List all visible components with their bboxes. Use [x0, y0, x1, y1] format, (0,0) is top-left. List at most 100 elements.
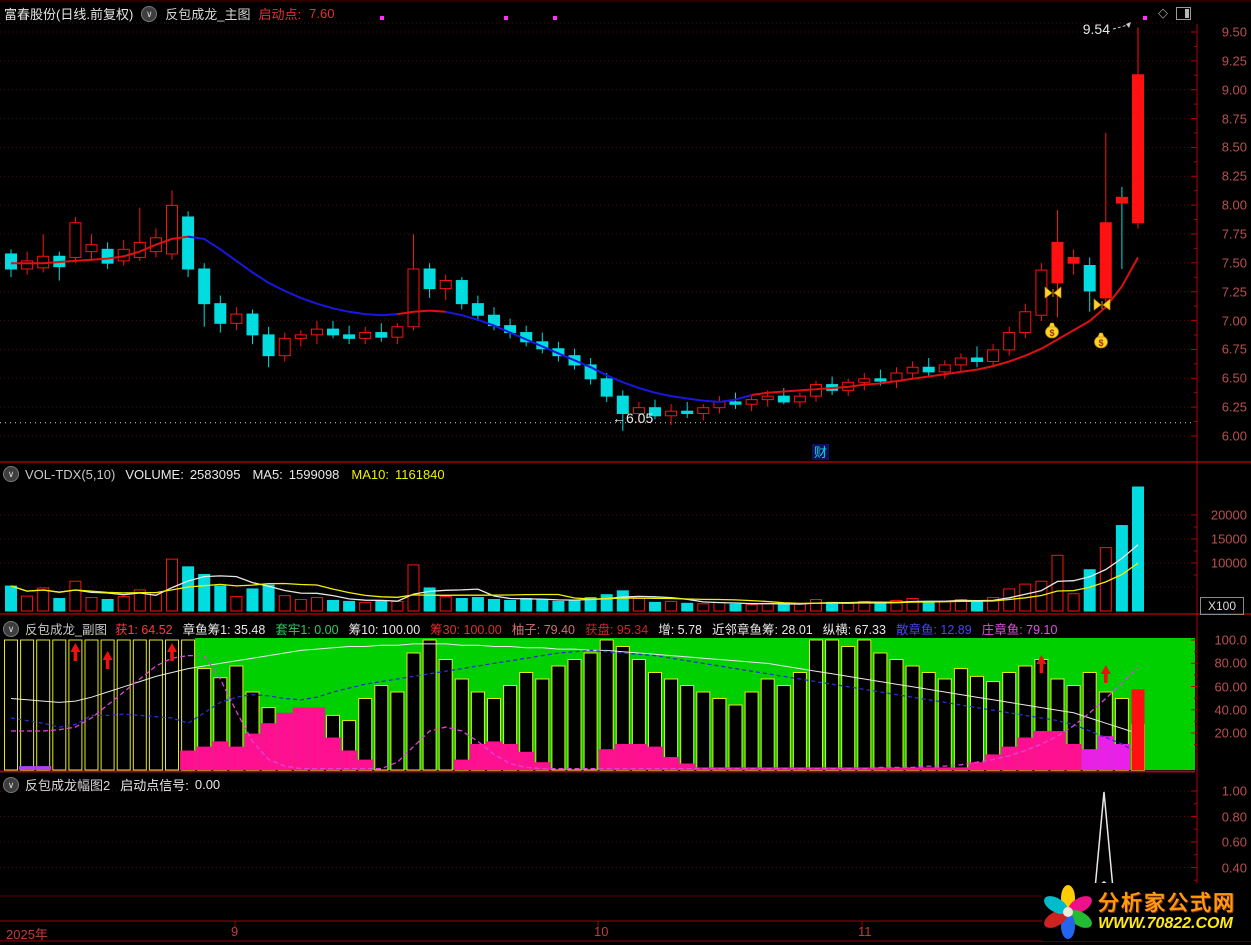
volume-bar: [729, 603, 742, 612]
indicator-bar: [841, 646, 856, 771]
axis-label: 6.50: [1221, 370, 1247, 386]
axis-label: 1.00: [1221, 783, 1247, 799]
candle-body: [182, 216, 195, 270]
signal-up-arrow: [1094, 791, 1114, 891]
candle-body: [1115, 196, 1128, 204]
volume-bar: [439, 596, 452, 612]
main-indicator-name[interactable]: 反包成龙_主图: [165, 4, 250, 23]
chevron-down-icon[interactable]: ∨: [3, 466, 19, 482]
pink-mound: [920, 767, 937, 770]
pink-mound: [1097, 736, 1114, 770]
indicator-bar: [873, 652, 888, 771]
pink-mound: [936, 767, 953, 770]
split-window-icon[interactable]: [1176, 6, 1191, 20]
ma5-value: 1599098: [288, 466, 340, 482]
candle-body: [1083, 265, 1096, 292]
diamond-icon[interactable]: ◇: [1158, 5, 1168, 21]
axis-label: 8.75: [1221, 111, 1247, 127]
axis-label: 7.25: [1221, 284, 1247, 300]
indicator-bar: [374, 685, 389, 771]
axis-label: 40.00: [1214, 702, 1247, 718]
start-point-label: 启动点:: [258, 7, 302, 22]
volume-bar: [938, 600, 951, 612]
volume-bar: [568, 599, 581, 612]
indicator-bar: [84, 639, 99, 771]
axis-label: 8.50: [1221, 139, 1247, 155]
pink-mound: [341, 750, 358, 770]
axis-label: 15000: [1210, 531, 1247, 547]
candle-body: [166, 204, 178, 255]
candle-body: [343, 334, 356, 339]
volume-bar: [1115, 525, 1128, 612]
indicator-bar: [970, 675, 984, 771]
indicator-bar: [422, 639, 437, 771]
timeline-year: 2025年: [6, 927, 48, 942]
signal-value: 0.00: [194, 777, 221, 792]
candle-body: [391, 326, 404, 338]
volume-bar: [906, 598, 919, 612]
signal-indicator-name[interactable]: 反包成龙幅图2: [25, 775, 110, 794]
indicator-bar: [760, 678, 775, 771]
volume-ma5-line: [10, 544, 1139, 605]
pink-mound: [1049, 731, 1066, 770]
candle-body: [5, 253, 17, 270]
volume-bar: [85, 597, 98, 612]
candle-body: [214, 303, 227, 324]
indicator-bar: [744, 691, 759, 771]
indicator-field: 庄章鱼: 79.10: [981, 623, 1058, 637]
volume-bar: [1083, 569, 1096, 612]
indicator-bar: [728, 704, 743, 771]
volume-bar: [600, 594, 613, 612]
moneybag-icon: $: [1094, 332, 1108, 349]
pink-mound: [308, 707, 325, 770]
volume-bar: [777, 603, 790, 612]
axis-label: 0.60: [1221, 834, 1247, 850]
indicator-field: 增: 5.78: [658, 623, 702, 637]
volume-bar: [5, 585, 17, 612]
signal-panel: [0, 790, 1195, 897]
candle-body: [1067, 256, 1080, 264]
volume-bar: [294, 598, 307, 612]
candle-body: [1051, 241, 1064, 284]
candle-body: [198, 268, 211, 305]
volume-bar: [246, 588, 259, 612]
pink-mound: [502, 744, 519, 770]
pink-mound: [453, 759, 470, 770]
volume-bar: [810, 598, 822, 612]
indicator-bar: [905, 665, 920, 771]
candle-body: [761, 395, 774, 401]
candle-body: [101, 248, 114, 264]
candle-body: [745, 399, 758, 405]
volume-bar: [375, 599, 388, 612]
indicator-bar: [921, 672, 936, 771]
volume-bar: [520, 598, 533, 612]
axis-label: 10000: [1210, 555, 1247, 571]
volume-bar: [874, 603, 887, 612]
volume-bar: [536, 598, 549, 612]
axis-label: 8.25: [1221, 168, 1247, 184]
chevron-down-icon[interactable]: ∨: [141, 5, 158, 22]
watermark-url: WWW.70822.COM: [1098, 914, 1233, 932]
pink-mound: [486, 741, 503, 770]
timeline-month: 9: [231, 924, 239, 939]
chevron-down-icon[interactable]: ∨: [3, 776, 19, 793]
high-annotation: 9.54: [1083, 21, 1110, 37]
butterfly-icon: [1093, 298, 1111, 311]
indicator-bar: [358, 698, 373, 771]
volume-bar: [665, 600, 678, 612]
candle-body: [681, 410, 694, 414]
stock-title[interactable]: 富春股份(日线.前复权): [4, 4, 133, 23]
indicator-bar: [857, 639, 872, 771]
sub-indicator-name[interactable]: 反包成龙_副图: [25, 619, 107, 638]
pink-mound: [180, 750, 197, 770]
chevron-down-icon[interactable]: ∨: [3, 620, 19, 637]
candle-body: [777, 395, 790, 403]
axis-label: 100.0: [1214, 632, 1247, 648]
volume-bar: [697, 603, 710, 612]
start-point-value: 7.60: [309, 6, 335, 21]
indicator-values: 获1: 64.52 章鱼筹1: 35.48 套牢1: 0.00 筹10: 100.00…: [115, 619, 1067, 638]
indicator-bar: [535, 678, 550, 771]
indicator-bar: [406, 652, 421, 771]
indicator-bar: [825, 639, 840, 771]
volume-indicator-name[interactable]: VOL-TDX(5,10): [25, 467, 115, 482]
